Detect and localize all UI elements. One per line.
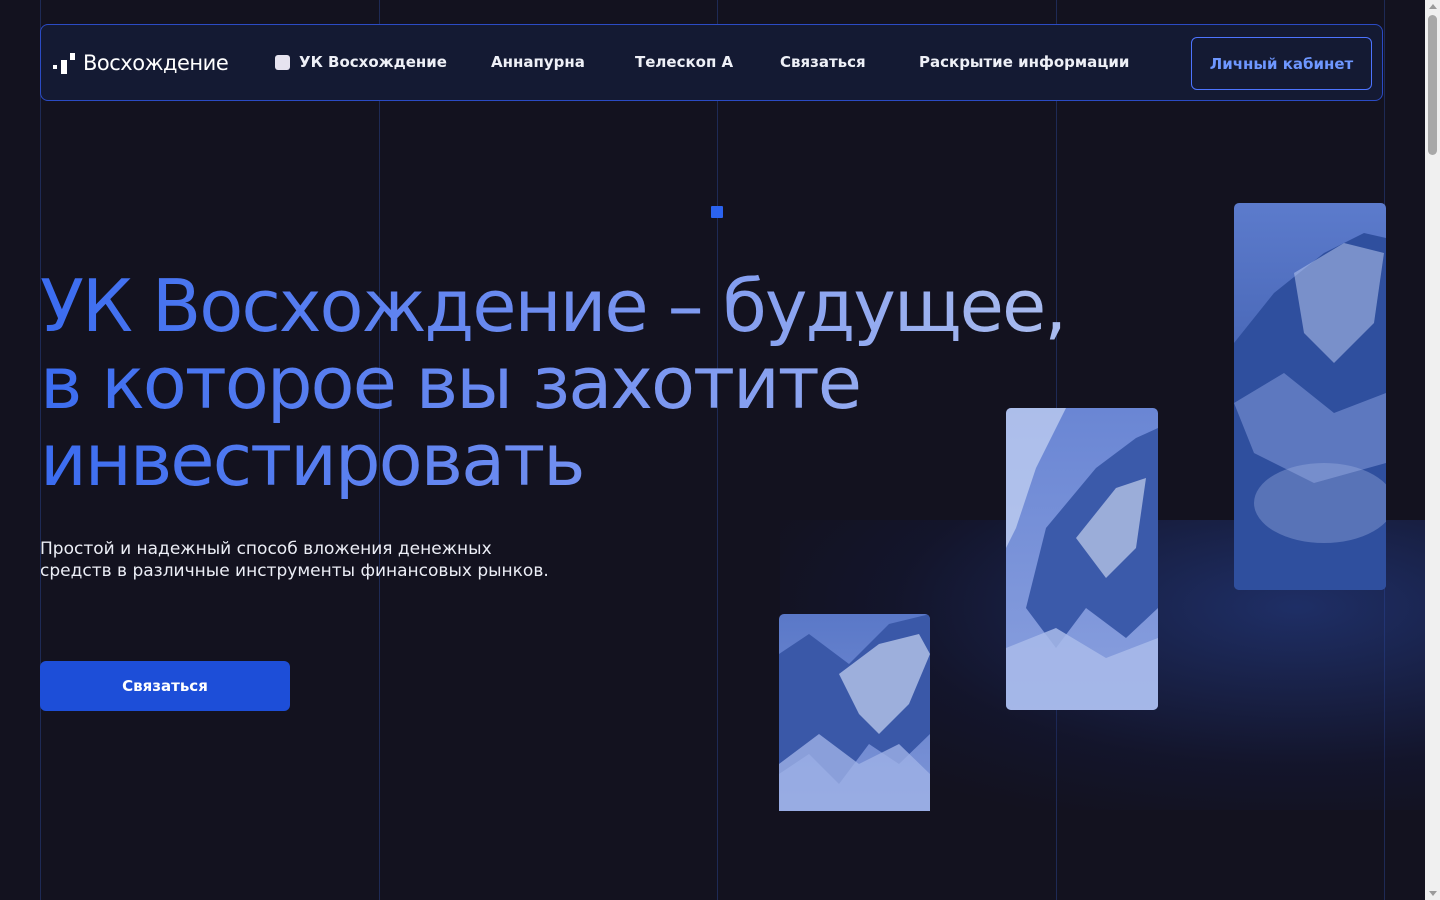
nav-item-annapurna[interactable]: Аннапурна bbox=[491, 53, 585, 71]
mountain-photo-small bbox=[779, 614, 930, 811]
nav-item-label: Аннапурна bbox=[491, 53, 585, 71]
logo-text: Восхождение bbox=[83, 51, 229, 75]
scroll-down-icon[interactable] bbox=[1429, 891, 1437, 896]
nav-item-label: Телескоп А bbox=[635, 53, 734, 71]
personal-cabinet-button[interactable]: Личный кабинет bbox=[1191, 37, 1372, 90]
mountain-icon bbox=[1006, 408, 1158, 710]
page-scrollbar[interactable] bbox=[1425, 0, 1440, 900]
logo[interactable]: Восхождение bbox=[53, 51, 229, 75]
hero-subtitle-line: Простой и надежный способ вложения денеж… bbox=[40, 539, 492, 559]
nav-item-teleskop[interactable]: Телескоп А bbox=[635, 53, 733, 71]
top-navbar: Восхождение УК Восхождение Аннапурна Тел… bbox=[40, 24, 1383, 101]
hero-title: УК Восхождение – будущее, в которое вы з… bbox=[40, 268, 1140, 499]
mountain-photo-medium bbox=[1006, 408, 1158, 710]
hero-title-line: инвестировать bbox=[40, 418, 584, 502]
nav-item-uk-voskhozhdenie[interactable]: УК Восхождение bbox=[275, 53, 447, 71]
active-indicator-icon bbox=[275, 54, 290, 70]
nav-item-contact[interactable]: Связаться bbox=[780, 53, 866, 71]
nav-item-disclosure[interactable]: Раскрытие информации bbox=[919, 53, 1129, 71]
hero-subtitle-line: средств в различные инструменты финансов… bbox=[40, 561, 549, 581]
scroll-up-icon[interactable] bbox=[1429, 4, 1437, 9]
hero-title-line: УК Восхождение – будущее, bbox=[40, 264, 1066, 348]
nav-item-label: Связаться bbox=[780, 53, 866, 71]
mountain-icon bbox=[1234, 203, 1386, 590]
contact-button[interactable]: Связаться bbox=[40, 661, 290, 711]
decorative-square bbox=[711, 206, 723, 218]
nav-item-label: УК Восхождение bbox=[299, 53, 447, 71]
mountain-photo-large bbox=[1234, 203, 1386, 590]
logo-mark-icon bbox=[53, 51, 77, 75]
hero-subtitle: Простой и надежный способ вложения денеж… bbox=[40, 538, 560, 582]
scrollbar-thumb[interactable] bbox=[1428, 15, 1437, 155]
hero-title-line: в которое вы захотите bbox=[40, 341, 860, 425]
nav-item-label: Раскрытие информации bbox=[919, 53, 1130, 71]
mountain-icon bbox=[779, 614, 930, 811]
